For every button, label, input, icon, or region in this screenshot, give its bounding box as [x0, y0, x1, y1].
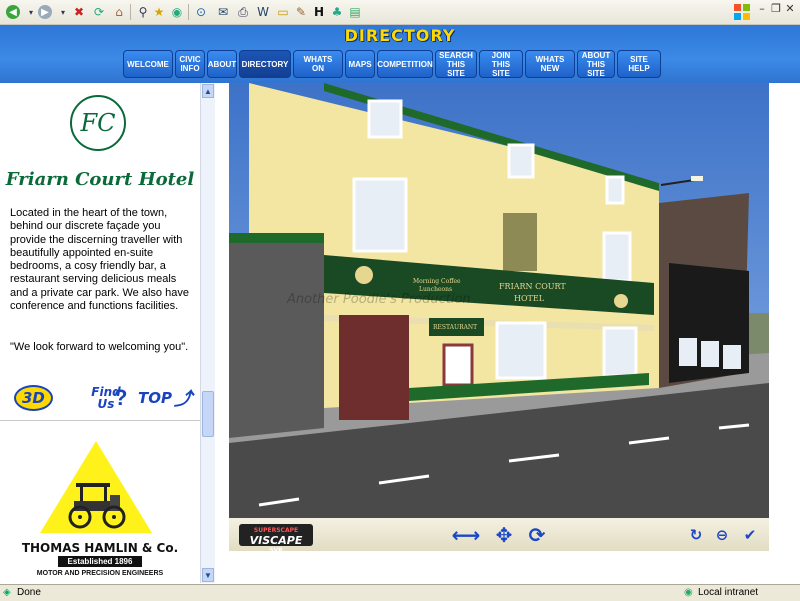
nav-welcome[interactable]: WELCOME — [123, 50, 173, 78]
messenger-icon[interactable]: ♣ — [328, 3, 346, 21]
ad-company-name: THOMAS HAMLIN & Co. — [21, 541, 179, 555]
window — [602, 326, 638, 378]
nav-directory[interactable]: DIRECTORY — [239, 50, 291, 78]
top-label: TOP — [138, 389, 172, 407]
window — [605, 175, 625, 205]
menu-board — [442, 343, 474, 387]
folder-icon[interactable]: ▤ — [346, 3, 364, 21]
reset-view-icon[interactable]: ↻ — [685, 524, 707, 546]
nav-civic-info[interactable]: CIVIC INFO — [175, 50, 205, 78]
neighbor-building-left — [229, 233, 324, 438]
hotel-quote: "We look forward to welcoming you". — [10, 341, 189, 353]
nav-join-this-site[interactable]: JOIN THIS SITE — [479, 50, 523, 78]
shop-window — [701, 341, 719, 367]
page-icon: ◈ — [3, 587, 11, 598]
home-icon[interactable]: ⌂ — [110, 3, 128, 21]
3d-label: 3D — [14, 385, 53, 411]
status-bar: ◈ Done ◉ Local intranet — [0, 584, 800, 601]
move-icon[interactable]: ✥ — [485, 523, 523, 547]
viscape-logo-bottom: SVR — [269, 547, 283, 554]
print-icon[interactable]: ⎙ — [234, 3, 252, 21]
windows-logo-icon — [732, 2, 752, 22]
nav-about-this-site[interactable]: ABOUT THIS SITE — [577, 50, 615, 78]
forward-icon[interactable]: ▶ — [36, 3, 54, 21]
left-panel-scrollbar[interactable]: ▲ ▼ — [200, 83, 215, 583]
top-button[interactable]: TOP ⤴ — [138, 380, 194, 416]
main-nav: WELCOME CIVIC INFO ABOUT DIRECTORY WHATS ON M… — [123, 50, 661, 78]
sign-hotel-name-1: FRIARN COURT — [499, 282, 566, 291]
toolbar-separator — [188, 4, 189, 20]
nav-competition[interactable]: COMPETITION — [377, 50, 433, 78]
zone-text: Local intranet — [698, 587, 759, 598]
refresh-icon[interactable]: ⟳ — [90, 3, 108, 21]
shop-window — [679, 338, 697, 366]
notes-icon[interactable]: ✎ — [292, 3, 310, 21]
3d-street-viewer[interactable]: Morning Coffee Luncheons FRIARN COURT HO… — [229, 83, 769, 518]
sign-emblem — [355, 266, 373, 284]
rotate-icon[interactable]: ⟳ — [525, 523, 549, 547]
move-sideways-icon[interactable]: ⟷ — [451, 523, 481, 547]
scroll-up-icon[interactable]: ▲ — [202, 84, 214, 98]
viewer-controls: SUPERSCAPE VISCAPE SVR ⟷ ✥ ⟳ ↻ ⊖ ✔ — [229, 518, 769, 554]
status-text: Done — [17, 587, 41, 598]
browser-toolbar: ◀ ▾ ▶ ▾ ✖ ⟳ ⌂ ⚲ ★ ◉ ⊙ ✉ ⎙ W ▭ ✎ H ♣ ▤ – … — [0, 0, 800, 25]
history-icon[interactable]: ⊙ — [192, 3, 210, 21]
sign-emblem — [614, 294, 628, 308]
hotel-description: Located in the heart of the town, behind… — [10, 207, 189, 313]
edit-icon[interactable]: W — [254, 3, 272, 21]
sign-left-text-1: Morning Coffee — [413, 278, 461, 285]
page-title: DIRECTORY — [344, 26, 456, 45]
ad-established: Established 1896 — [58, 556, 142, 567]
restaurant-sign-text: RESTAURANT — [433, 324, 477, 331]
view-3d-button[interactable]: 3D — [14, 380, 66, 416]
window — [352, 177, 408, 253]
front-doors — [339, 315, 409, 420]
window — [495, 321, 547, 380]
scroll-down-icon[interactable]: ▼ — [202, 568, 214, 582]
viscape-logo: SUPERSCAPE VISCAPE SVR — [239, 524, 313, 554]
us-label: Us — [97, 397, 115, 411]
nav-whats-new[interactable]: WHATS NEW — [525, 50, 575, 78]
lamp-head — [691, 176, 703, 181]
stop-icon[interactable]: ✖ — [70, 3, 88, 21]
toolbar-separator — [130, 4, 131, 20]
back-icon[interactable]: ◀ — [4, 3, 22, 21]
watermark: Another Poodle's Production — [286, 292, 471, 307]
nav-maps[interactable]: MAPS — [345, 50, 375, 78]
window — [507, 143, 535, 179]
ad-subtitle: MOTOR AND PRECISION ENGINEERS — [36, 570, 164, 577]
mail-icon[interactable]: ✉ — [214, 3, 232, 21]
intranet-icon: ◉ — [684, 587, 693, 598]
question-icon: ? — [114, 385, 128, 410]
nav-search-this-site[interactable]: SEARCH THIS SITE — [435, 50, 477, 78]
h-icon[interactable]: H — [310, 3, 328, 21]
nav-site-help[interactable]: SITE HELP — [617, 50, 661, 78]
scroll-thumb[interactable] — [202, 391, 214, 437]
discuss-icon[interactable]: ▭ — [274, 3, 292, 21]
viscape-logo-main: VISCAPE — [249, 534, 303, 547]
window — [602, 231, 632, 283]
shop-window — [723, 345, 741, 369]
select-icon[interactable]: ✔ — [739, 524, 761, 546]
blocked-window — [503, 213, 537, 271]
window — [367, 99, 403, 139]
divider — [0, 420, 200, 421]
close-icon[interactable]: ✕ — [782, 0, 798, 16]
arrow-up-icon: ⤴ — [173, 389, 192, 410]
hotel-info-panel: FC Friarn Court Hotel Located in the hea… — [0, 83, 200, 583]
nav-about[interactable]: ABOUT — [207, 50, 237, 78]
hotel-logo: FC — [70, 95, 126, 151]
sign-hotel-name-2: HOTEL — [514, 294, 545, 303]
nav-whats-on[interactable]: WHATS ON — [293, 50, 343, 78]
hotel-name: Friarn Court Hotel — [5, 169, 195, 190]
media-icon[interactable]: ◉ — [168, 3, 186, 21]
favorites-icon[interactable]: ★ — [150, 3, 168, 21]
left-roof-trim — [229, 233, 324, 243]
vintage-car-icon — [62, 475, 132, 531]
zoom-icon[interactable]: ⊖ — [711, 524, 733, 546]
